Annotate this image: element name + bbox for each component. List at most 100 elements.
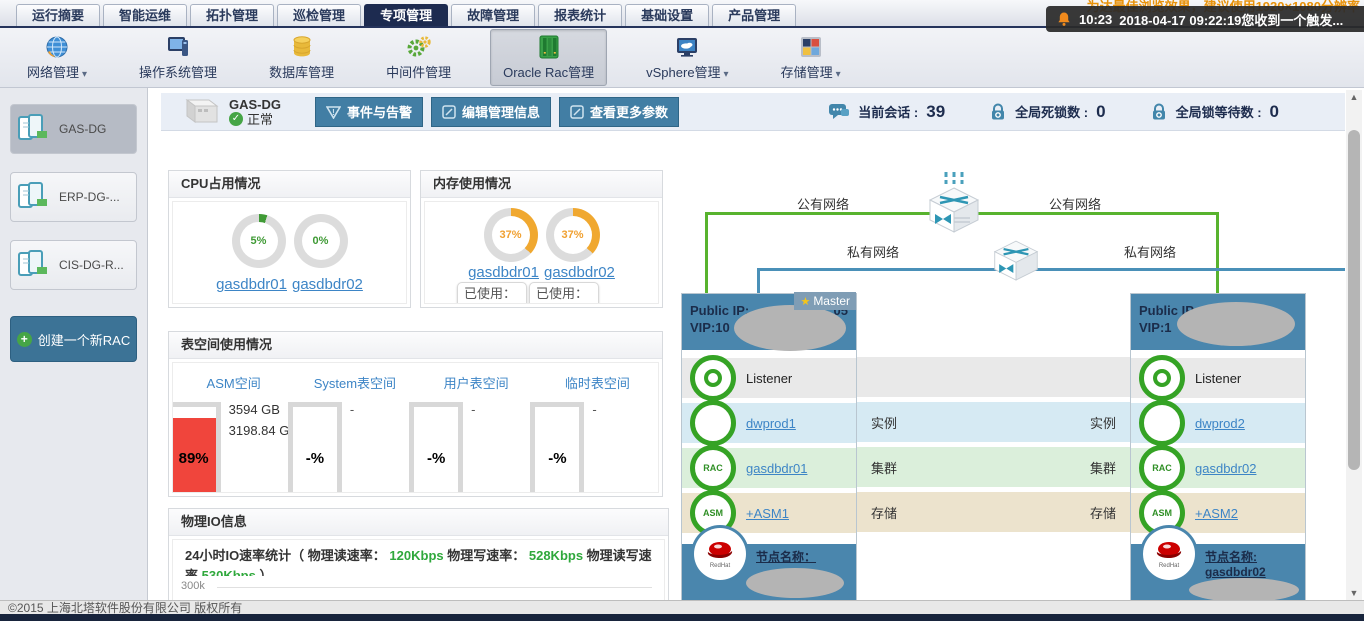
public-switch-icon bbox=[922, 172, 986, 248]
rac-context-header: GAS-DG ✓ 正常 ! 事件与告警 编辑管理信息 bbox=[161, 93, 1345, 131]
redaction-blob bbox=[1177, 302, 1295, 346]
scroll-up-arrow[interactable]: ▲ bbox=[1346, 90, 1362, 104]
main-content: GAS-DG ✓ 正常 ! 事件与告警 编辑管理信息 bbox=[149, 88, 1345, 600]
band-cluster: 集群集群 bbox=[857, 447, 1130, 487]
band-listener bbox=[857, 357, 1130, 397]
scroll-down-arrow[interactable]: ▼ bbox=[1346, 586, 1362, 600]
tool-network-mgmt[interactable]: 网络管理 bbox=[14, 29, 100, 86]
cpu-gauge-node1: 5% bbox=[232, 214, 286, 268]
cpu-node2-link[interactable]: gasdbdr02 bbox=[292, 276, 363, 293]
view-more-params-button[interactable]: 查看更多参数 bbox=[559, 97, 679, 127]
edit-pencil-icon bbox=[570, 105, 584, 119]
events-alarms-button[interactable]: ! 事件与告警 bbox=[315, 97, 423, 127]
node2-cluster-link[interactable]: gasdbdr02 bbox=[1195, 461, 1256, 476]
rac-stats: 当前会话 :39 全局死锁数 :0 全局锁等待数 :0 bbox=[828, 102, 1345, 122]
redaction-blob bbox=[746, 568, 844, 598]
tab-topology[interactable]: 拓扑管理 bbox=[190, 4, 274, 26]
bottom-bar bbox=[0, 614, 1364, 621]
vertical-scrollbar[interactable]: ▲ ▼ bbox=[1346, 90, 1362, 600]
ts-system-link[interactable]: System表空间 bbox=[314, 373, 396, 392]
asm-usage-bar: 89% bbox=[172, 402, 221, 493]
tool-os-mgmt[interactable]: 操作系统管理 bbox=[126, 29, 230, 86]
cpu-node1-link[interactable]: gasdbdr01 bbox=[216, 276, 287, 293]
stat-current-sessions: 当前会话 :39 bbox=[828, 102, 945, 122]
io-gridline bbox=[217, 587, 652, 588]
band-instance: 实例实例 bbox=[857, 402, 1130, 442]
node1-cluster-link[interactable]: gasdbdr01 bbox=[746, 461, 807, 476]
redhat-logo: RedHat bbox=[694, 528, 746, 580]
rac-cluster-icon bbox=[17, 181, 51, 213]
tool-storage-mgmt[interactable]: 存储管理 bbox=[768, 29, 854, 86]
chat-bubble-icon bbox=[828, 103, 850, 121]
tab-basic-settings[interactable]: 基础设置 bbox=[625, 4, 709, 26]
node1-asm-link[interactable]: +ASM1 bbox=[746, 506, 789, 521]
ts-user-link[interactable]: 用户表空间 bbox=[444, 373, 509, 392]
rac-name: GAS-DG bbox=[229, 97, 281, 112]
master-badge: ★ Master bbox=[794, 292, 856, 310]
toast-time: 10:23 bbox=[1079, 12, 1112, 27]
cpu-panel-title: CPU占用情况 bbox=[169, 171, 410, 198]
mem-node2-link[interactable]: gasdbdr02 bbox=[544, 264, 615, 281]
public-network-label-left: 公有网络 bbox=[797, 194, 849, 213]
node2-header: Public IP: VIP:10.110 bbox=[1131, 294, 1305, 350]
tab-run-summary[interactable]: 运行摘要 bbox=[16, 4, 100, 26]
node2-name-label[interactable]: 节点名称: gasdbdr02 bbox=[1205, 550, 1266, 580]
tablespace-panel-title: 表空间使用情况 bbox=[169, 332, 662, 359]
redhat-logo: RedHat bbox=[1143, 528, 1195, 580]
tool-database-mgmt[interactable]: 数据库管理 bbox=[256, 29, 347, 86]
node1-instance-link[interactable]: dwprod1 bbox=[746, 416, 796, 431]
tab-special-mgmt[interactable]: 专项管理 bbox=[364, 4, 448, 26]
sidebar-item-gas-dg[interactable]: GAS-DG bbox=[10, 104, 137, 154]
scrollbar-thumb[interactable] bbox=[1348, 130, 1360, 470]
node1-name-label[interactable]: 节点名称： bbox=[756, 550, 816, 565]
redaction-blob bbox=[734, 305, 846, 351]
mem-donut-1: 37% bbox=[484, 208, 538, 262]
cpu-usage-panel: CPU占用情况 5% 0% gasdbdr01 gasdbdr02 bbox=[168, 170, 411, 308]
node1-instance-row: dwprod1 bbox=[682, 403, 856, 443]
io-rate-chart: 300k bbox=[181, 580, 652, 600]
lock-icon bbox=[1150, 103, 1168, 121]
mem-used-tooltip-1: 已使用： 24.88 bbox=[457, 282, 527, 304]
ts-temp-link[interactable]: 临时表空间 bbox=[565, 373, 630, 392]
tab-report-stats[interactable]: 报表统计 bbox=[538, 4, 622, 26]
ts-asm-link[interactable]: ASM空间 bbox=[207, 373, 261, 392]
dropdown-caret bbox=[721, 65, 729, 80]
toast-message: 2018-04-17 09:22:19您收到一个触发... bbox=[1119, 10, 1343, 29]
rac-cluster-icon bbox=[17, 113, 51, 145]
tab-product-mgmt[interactable]: 产品管理 bbox=[712, 4, 796, 26]
tool-oracle-rac-mgmt[interactable]: Oracle Rac管理 bbox=[490, 29, 607, 86]
sidebar-item-cis-dg[interactable]: CIS-DG-R... bbox=[10, 240, 137, 290]
notification-toast[interactable]: 10:23 2018-04-17 09:22:19您收到一个触发... bbox=[1046, 6, 1364, 32]
mem-node1-link[interactable]: gasdbdr01 bbox=[468, 264, 539, 281]
copyright-footer: ©2015 上海北塔软件股份有限公司 版权所有 bbox=[0, 600, 1364, 614]
os-monitor-icon bbox=[165, 34, 191, 60]
tab-fault-mgmt[interactable]: 故障管理 bbox=[451, 4, 535, 26]
mem-gauge-node2: 37% bbox=[546, 208, 600, 262]
temp-values: - - bbox=[592, 402, 659, 493]
server-3d-icon bbox=[177, 94, 221, 130]
stat-global-lock-waits: 全局锁等待数 :0 bbox=[1150, 102, 1279, 122]
rac-badge-icon: RAC bbox=[690, 445, 736, 491]
tab-intelligent-ops[interactable]: 智能运维 bbox=[103, 4, 187, 26]
listener-icon bbox=[1139, 355, 1185, 401]
io-panel-title: 物理IO信息 bbox=[169, 509, 668, 536]
temp-usage-bar: -% bbox=[530, 402, 584, 493]
rac-cluster-icon bbox=[17, 249, 51, 281]
storage-grid-icon bbox=[798, 34, 824, 60]
node2-asm-link[interactable]: +ASM2 bbox=[1195, 506, 1238, 521]
ts-col-asm: ASM空间 89% 3594 GB 3198.84 GB bbox=[173, 369, 294, 493]
node2-footer: RedHat 节点名称: gasdbdr02 bbox=[1131, 544, 1305, 600]
cpu-donut-2: 0% bbox=[294, 214, 348, 268]
tool-middleware-mgmt[interactable]: 中间件管理 bbox=[373, 29, 464, 86]
rac-node-1: ★ Master Public IP:05 VIP:10 Listener dw… bbox=[681, 293, 857, 600]
tab-inspection[interactable]: 巡检管理 bbox=[277, 4, 361, 26]
create-new-rac-button[interactable]: + 创建一个新RAC bbox=[10, 316, 137, 362]
node1-footer: RedHat 节点名称： bbox=[682, 544, 856, 600]
edit-mgmt-info-button[interactable]: 编辑管理信息 bbox=[431, 97, 551, 127]
band-storage: 存储存储 bbox=[857, 492, 1130, 532]
tablespace-usage-panel: 表空间使用情况 ASM空间 89% 3594 GB 3198.84 GB bbox=[168, 331, 663, 497]
node2-instance-link[interactable]: dwprod2 bbox=[1195, 416, 1245, 431]
sidebar-item-erp-dg[interactable]: ERP-DG-... bbox=[10, 172, 137, 222]
tool-vsphere-mgmt[interactable]: vSphere管理 bbox=[633, 29, 741, 86]
vsphere-cloud-icon bbox=[674, 34, 700, 60]
